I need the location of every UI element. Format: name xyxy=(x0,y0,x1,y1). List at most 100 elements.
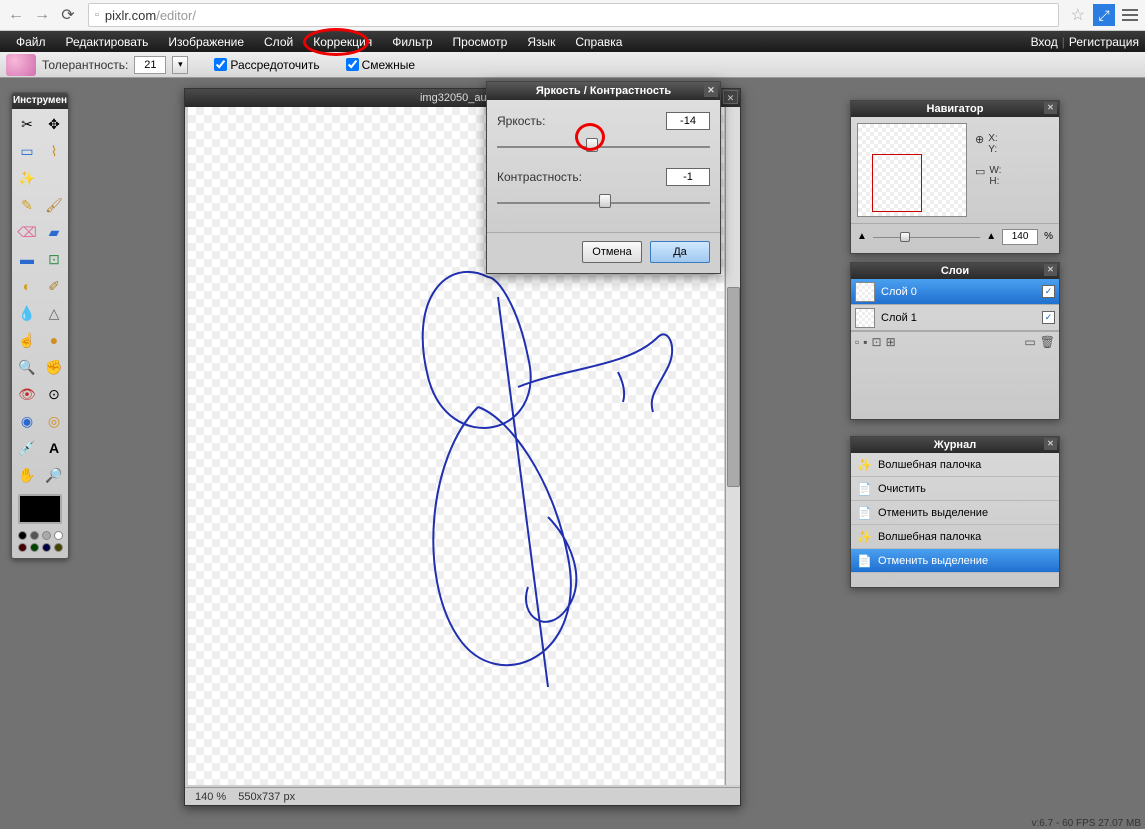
cancel-button[interactable]: Отмена xyxy=(582,241,642,263)
color-swatch[interactable] xyxy=(18,494,62,524)
scrollbar-thumb[interactable] xyxy=(727,287,740,487)
layer-dup-icon[interactable]: ⊡ xyxy=(872,335,882,349)
move-tool[interactable]: ✥ xyxy=(41,111,67,137)
redeye-tool[interactable]: 👁 xyxy=(14,381,40,407)
marquee-tool[interactable]: ▭ xyxy=(14,138,40,164)
tolerance-dropdown-button[interactable]: ▾ xyxy=(172,56,188,74)
layer-new-icon[interactable]: ▫ xyxy=(855,335,859,349)
history-close-button[interactable]: ✕ xyxy=(1044,438,1057,450)
navigator-title[interactable]: Навигатор ✕ xyxy=(851,101,1059,117)
vertical-scrollbar[interactable] xyxy=(725,107,740,785)
fullscreen-icon[interactable]: ⤢ xyxy=(1093,4,1115,26)
burn-tool[interactable]: ✊ xyxy=(41,354,67,380)
layer-mask-icon[interactable]: ▪ xyxy=(863,335,867,349)
brightness-input[interactable] xyxy=(666,112,710,130)
history-item[interactable]: 📄Очистить xyxy=(851,477,1059,501)
swatch-lightgray[interactable] xyxy=(42,531,51,540)
url-bar[interactable]: ▫ pixlr.com/editor/ xyxy=(88,3,1059,27)
antialias-check-input[interactable] xyxy=(346,58,359,71)
history-item[interactable]: 📄Отменить выделение xyxy=(851,549,1059,573)
contiguous-checkbox[interactable]: Рассредоточить xyxy=(214,58,319,72)
spot-tool[interactable]: ⊙ xyxy=(41,381,67,407)
swatch-black[interactable] xyxy=(18,531,27,540)
menu-filter[interactable]: Фильтр xyxy=(382,31,442,52)
replace-tool[interactable]: ◐ xyxy=(14,273,40,299)
back-button[interactable]: ← xyxy=(4,3,28,27)
swatch-gray[interactable] xyxy=(30,531,39,540)
layer-row[interactable]: Слой 0✓ xyxy=(851,279,1059,305)
brightness-slider[interactable] xyxy=(497,136,710,150)
menu-file[interactable]: Файл xyxy=(6,31,56,52)
sharpen-tool[interactable]: △ xyxy=(41,300,67,326)
bucket-tool[interactable]: ▰ xyxy=(41,219,67,245)
contrast-slider[interactable] xyxy=(497,192,710,206)
dialog-title-bar[interactable]: Яркость / Контрастность ✕ xyxy=(487,82,720,100)
zoom-value-input[interactable] xyxy=(1002,229,1038,245)
pinch-tool[interactable]: ◎ xyxy=(41,408,67,434)
swatch-darkgreen[interactable] xyxy=(30,543,39,552)
picker-tool[interactable]: 💉 xyxy=(14,435,40,461)
gradient-tool[interactable]: ▬ xyxy=(14,246,40,272)
layer-delete-icon[interactable]: 🗑 xyxy=(1040,335,1055,349)
lasso-tool[interactable]: ⌇ xyxy=(41,138,67,164)
login-link[interactable]: Вход xyxy=(1031,35,1058,49)
blur-tool[interactable]: 💧 xyxy=(14,300,40,326)
menu-layer[interactable]: Слой xyxy=(254,31,303,52)
layer-visibility-checkbox[interactable]: ✓ xyxy=(1042,285,1055,298)
zoom-tool[interactable]: 🔎 xyxy=(41,462,67,488)
navigator-thumbnail[interactable] xyxy=(857,123,967,217)
wand-tool[interactable]: ✨ xyxy=(14,165,40,191)
history-item[interactable]: ✨Волшебная палочка xyxy=(851,525,1059,549)
menu-view[interactable]: Просмотр xyxy=(443,31,518,52)
sponge-tool[interactable]: ● xyxy=(41,327,67,353)
dialog-close-button[interactable]: ✕ xyxy=(704,84,718,97)
antialias-checkbox[interactable]: Смежные xyxy=(346,58,415,72)
history-title[interactable]: Журнал ✕ xyxy=(851,437,1059,453)
menu-language[interactable]: Язык xyxy=(517,31,565,52)
bookmark-icon[interactable]: ☆ xyxy=(1067,5,1089,25)
history-item[interactable]: 📄Отменить выделение xyxy=(851,501,1059,525)
zoom-in-icon[interactable]: ▲ xyxy=(986,231,996,242)
swatch-darkred[interactable] xyxy=(18,543,27,552)
ok-button[interactable]: Да xyxy=(650,241,710,263)
zoom-out-icon[interactable]: ▲ xyxy=(857,231,867,242)
layers-title[interactable]: Слои ✕ xyxy=(851,263,1059,279)
history-item[interactable]: ✨Волшебная палочка xyxy=(851,453,1059,477)
brightness-slider-thumb[interactable] xyxy=(586,138,598,152)
brush-tool[interactable]: 🖌 xyxy=(41,192,67,218)
navigator-viewport[interactable] xyxy=(872,154,922,212)
hand-tool[interactable]: ✋ xyxy=(14,462,40,488)
clone-tool[interactable]: ⊡ xyxy=(41,246,67,272)
pencil-tool[interactable]: ✎ xyxy=(14,192,40,218)
draw-tool[interactable]: ✐ xyxy=(41,273,67,299)
crop-tool[interactable]: ✂ xyxy=(14,111,40,137)
type-tool[interactable]: A xyxy=(41,435,67,461)
contrast-slider-thumb[interactable] xyxy=(599,194,611,208)
layer-row[interactable]: Слой 1✓ xyxy=(851,305,1059,331)
navigator-close-button[interactable]: ✕ xyxy=(1044,102,1057,114)
menu-help[interactable]: Справка xyxy=(565,31,632,52)
menu-edit[interactable]: Редактировать xyxy=(56,31,159,52)
layer-visibility-checkbox[interactable]: ✓ xyxy=(1042,311,1055,324)
contrast-input[interactable] xyxy=(666,168,710,186)
smudge-tool[interactable]: ☝ xyxy=(14,327,40,353)
register-link[interactable]: Регистрация xyxy=(1069,35,1139,49)
swatch-white[interactable] xyxy=(54,531,63,540)
canvas-close-button[interactable]: ✕ xyxy=(723,90,738,104)
zoom-slider-thumb[interactable] xyxy=(900,232,910,242)
zoom-slider[interactable] xyxy=(873,231,980,243)
bloat-tool[interactable]: ◉ xyxy=(14,408,40,434)
swatch-darkblue[interactable] xyxy=(42,543,51,552)
eraser-tool[interactable]: ⌫ xyxy=(14,219,40,245)
layer-settings-icon[interactable]: ▭ xyxy=(1024,335,1035,349)
layers-close-button[interactable]: ✕ xyxy=(1044,264,1057,276)
menu-image[interactable]: Изображение xyxy=(158,31,254,52)
contiguous-check-input[interactable] xyxy=(214,58,227,71)
dodge-tool[interactable]: 🔍 xyxy=(14,354,40,380)
menu-adjustment[interactable]: Коррекция xyxy=(303,31,382,52)
hamburger-icon[interactable] xyxy=(1119,4,1141,26)
layer-fx-icon[interactable]: ⊞ xyxy=(886,335,896,349)
reload-button[interactable]: ⟳ xyxy=(56,3,80,27)
swatch-darkyellow[interactable] xyxy=(54,543,63,552)
tolerance-input[interactable] xyxy=(134,56,166,74)
